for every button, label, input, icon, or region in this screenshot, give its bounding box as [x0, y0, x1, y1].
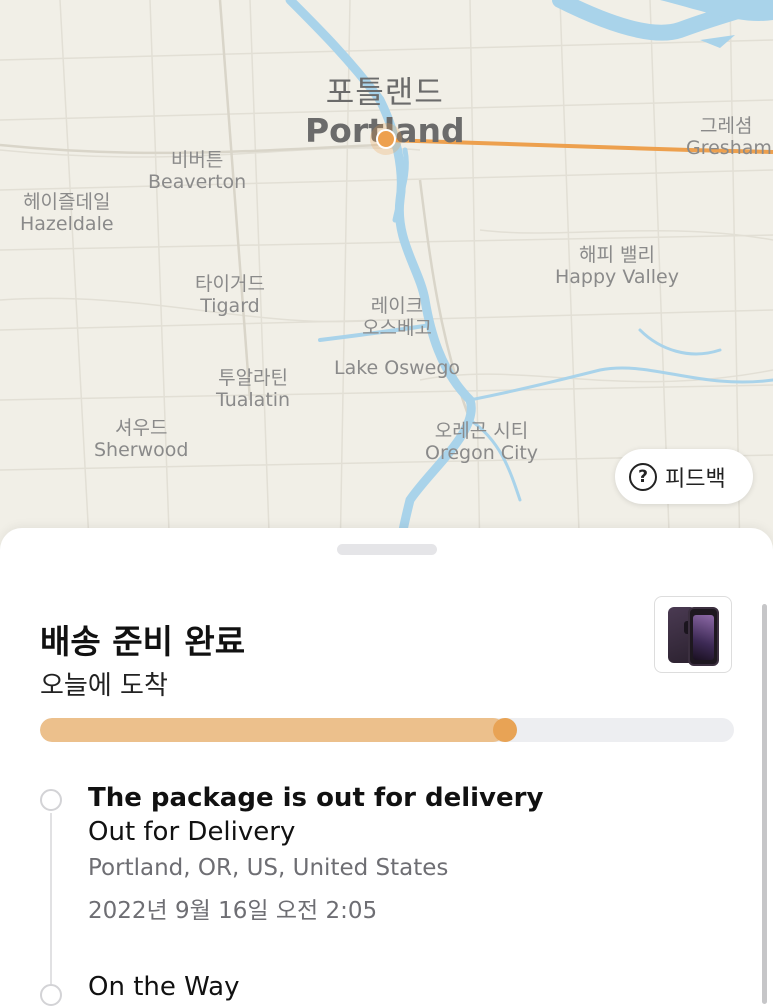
city-tigard[interactable]: 타이거드 Tigard — [195, 273, 265, 318]
city-tigard-ko: 타이거드 — [195, 273, 265, 295]
city-tualatin[interactable]: 투알라틴 Tualatin — [216, 367, 291, 412]
city-lake-oswego-en: Lake Oswego — [334, 357, 461, 380]
question-mark-icon: ? — [629, 462, 657, 491]
city-lake-oswego-ko: 레이크 오스베고 — [362, 295, 432, 340]
city-happy-valley-ko: 해피 밸리 — [579, 244, 655, 266]
event-title: The package is out for delivery — [88, 783, 544, 813]
timeline-event: On the Way — [88, 972, 240, 1002]
city-hazeldale-ko: 헤이즐데일 — [23, 191, 111, 213]
delivery-details-sheet[interactable]: 배송 준비 완료 오늘에 도착 The package is out for d… — [0, 528, 773, 1008]
delivery-map[interactable]: 포틀랜드 Portland 그레셤 Gresham 비버튼 Beaverton … — [0, 0, 773, 560]
sheet-drag-handle[interactable] — [337, 544, 437, 555]
city-hazeldale-en: Hazeldale — [20, 212, 114, 235]
timeline-dot — [40, 789, 62, 811]
timeline-line — [50, 813, 52, 993]
event-location: Portland, OR, US, United States — [88, 855, 449, 881]
location-pin-icon[interactable] — [370, 123, 402, 155]
delivery-status-title: 배송 준비 완료 — [40, 622, 246, 661]
product-thumbnail[interactable] — [654, 596, 732, 673]
city-happy-valley-en: Happy Valley — [555, 265, 679, 288]
event-time: 2022년 9월 16일 오전 2:05 — [88, 898, 378, 924]
city-beaverton[interactable]: 비버튼 Beaverton — [148, 149, 247, 194]
event-status: Out for Delivery — [88, 817, 296, 847]
city-tualatin-en: Tualatin — [216, 388, 291, 411]
feedback-button[interactable]: ? 피드백 — [615, 449, 753, 504]
event-status: On the Way — [88, 972, 240, 1002]
city-oregon-city[interactable]: 오레곤 시티 Oregon City — [425, 420, 539, 465]
progress-fill — [40, 718, 505, 742]
city-portland-ko: 포틀랜드 — [325, 75, 444, 111]
phone-front-image — [688, 607, 719, 666]
timeline-event: The package is out for delivery Out for … — [88, 783, 543, 925]
city-sherwood[interactable]: 셔우드 Sherwood — [94, 417, 189, 462]
scrollbar[interactable] — [762, 604, 767, 1004]
city-sherwood-en: Sherwood — [94, 438, 189, 461]
feedback-label: 피드백 — [665, 466, 726, 492]
city-sherwood-ko: 셔우드 — [115, 417, 168, 439]
city-tigard-en: Tigard — [200, 294, 260, 317]
delivery-arrival-text: 오늘에 도착 — [40, 671, 168, 701]
city-beaverton-ko: 비버튼 — [170, 149, 224, 171]
timeline-dot — [40, 984, 62, 1006]
delivery-progress-bar — [40, 718, 734, 742]
city-happy-valley[interactable]: 해피 밸리 Happy Valley — [555, 244, 679, 289]
city-gresham-en: Gresham — [686, 136, 772, 159]
progress-knob — [492, 718, 517, 742]
city-gresham-ko: 그레셤 — [700, 115, 753, 137]
city-hazeldale[interactable]: 헤이즐데일 Hazeldale — [20, 191, 114, 236]
city-lake-oswego[interactable]: 레이크 오스베고 Lake Oswego — [334, 278, 460, 399]
city-oregon-city-en: Oregon City — [425, 441, 539, 464]
city-oregon-city-ko: 오레곤 시티 — [434, 420, 529, 442]
city-tualatin-ko: 투알라틴 — [218, 367, 289, 389]
city-gresham[interactable]: 그레셤 Gresham — [686, 115, 772, 160]
city-beaverton-en: Beaverton — [148, 170, 247, 193]
